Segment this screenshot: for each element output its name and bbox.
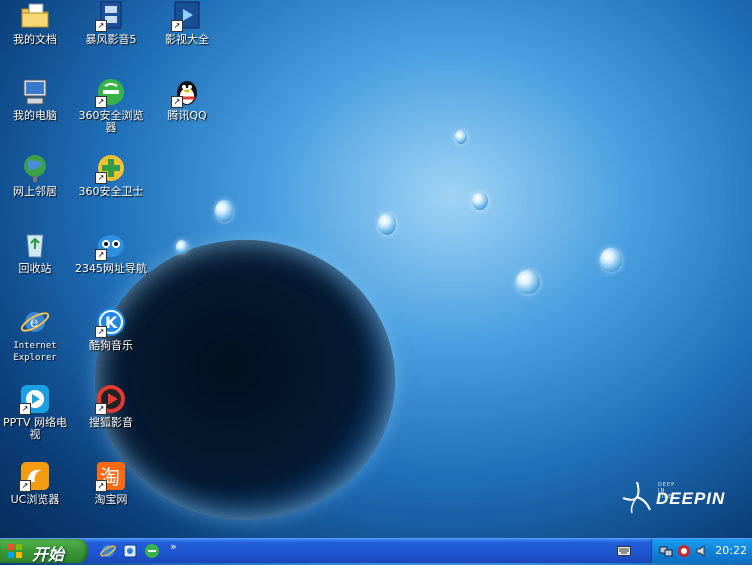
pptv-icon: ↗ [19, 383, 51, 415]
baofeng-player-icon: ↗ [95, 0, 127, 32]
icon-label: 2345网址导航 [75, 262, 147, 275]
start-label: 开始 [32, 545, 65, 564]
360-security-icon: ↗ [95, 152, 127, 184]
icon-label: 暴风影音5 [85, 33, 137, 46]
taskbar: 开始 » 20:22 [0, 538, 752, 564]
quicklaunch-explorer-icon[interactable] [122, 543, 138, 559]
wallpaper-droplet [455, 130, 467, 144]
desktop-icon-360-security[interactable]: ↗ 360安全卫士 [74, 152, 148, 198]
windows-flag-icon [8, 544, 22, 558]
desktop-icon-network-places[interactable]: 网上邻居 [0, 152, 72, 198]
icon-label: UC浏览器 [10, 493, 60, 506]
icon-label: 腾讯QQ [167, 109, 207, 122]
wallpaper-droplet [378, 213, 396, 235]
icon-label: 我的电脑 [13, 109, 57, 122]
quicklaunch-360-icon[interactable] [144, 543, 160, 559]
shortcut-arrow-icon: ↗ [95, 480, 107, 492]
shortcut-arrow-icon: ↗ [95, 326, 107, 338]
desktop-icon-kugou[interactable]: K ↗ 酷狗音乐 [74, 306, 148, 352]
wallpaper-droplet [215, 200, 233, 222]
uc-browser-icon: ↗ [19, 460, 51, 492]
shortcut-arrow-icon: ↗ [95, 403, 107, 415]
icon-label: 搜狐影音 [89, 416, 133, 429]
shortcut-arrow-icon: ↗ [19, 480, 31, 492]
my-computer-icon [19, 76, 51, 108]
2345-navigation-icon: ↗ [95, 229, 127, 261]
wallpaper-droplet [600, 248, 622, 272]
recycle-bin-icon [19, 229, 51, 261]
icon-label: Internet Explorer [13, 341, 57, 363]
wallpaper-droplet [472, 192, 488, 210]
shortcut-arrow-icon: ↗ [95, 20, 107, 32]
shortcut-arrow-icon: ↗ [95, 96, 107, 108]
shortcut-arrow-icon: ↗ [95, 249, 107, 261]
desktop-icon-2345[interactable]: ↗ 2345网址导航 [74, 229, 148, 275]
icon-label: 回收站 [18, 262, 52, 275]
desktop-icon-sohu-video[interactable]: ↗ 搜狐影音 [74, 383, 148, 429]
desktop-icon-video-library[interactable]: ↗ 影视大全 [150, 0, 224, 46]
deepin-swirl-icon [622, 481, 651, 514]
shortcut-arrow-icon: ↗ [171, 96, 183, 108]
quicklaunch-ie-icon[interactable] [100, 543, 116, 559]
desktop-icon-taobao[interactable]: 淘 ↗ 淘宝网 [74, 460, 148, 506]
icon-label: 我的文档 [13, 33, 57, 46]
desktop-icon-360-browser[interactable]: ↗ 360安全浏览器 [74, 76, 148, 134]
desktop-icon-baofeng[interactable]: ↗ 暴风影音5 [74, 0, 148, 46]
icon-label: 淘宝网 [94, 493, 128, 506]
icon-label: 网上邻居 [13, 185, 57, 198]
kugou-music-icon: K ↗ [95, 306, 127, 338]
security-shield-icon[interactable] [677, 544, 691, 558]
desktop-icon-my-computer[interactable]: 我的电脑 [0, 76, 72, 122]
keyboard-icon[interactable] [617, 545, 631, 557]
shortcut-arrow-icon: ↗ [171, 20, 183, 32]
internet-explorer-icon: e [19, 306, 51, 338]
folder-documents-icon [19, 0, 51, 32]
icon-label: 影视大全 [165, 33, 209, 46]
network-status-icon[interactable] [659, 544, 673, 558]
icon-label: PPTV 网络电视 [2, 416, 67, 441]
desktop-icon-my-documents[interactable]: 我的文档 [0, 0, 72, 46]
system-clock[interactable]: 20:22 [715, 544, 747, 557]
taobao-icon: 淘 ↗ [95, 460, 127, 492]
shortcut-arrow-icon: ↗ [19, 403, 31, 415]
shortcut-arrow-icon: ↗ [95, 172, 107, 184]
icon-label: 酷狗音乐 [89, 339, 133, 352]
desktop-icon-internet-explorer[interactable]: e Internet Explorer [0, 306, 72, 364]
360-browser-icon: ↗ [95, 76, 127, 108]
icon-label: 360安全浏览器 [78, 109, 144, 134]
network-places-icon [19, 152, 51, 184]
system-tray: 20:22 [651, 539, 752, 563]
desktop-icon-recycle-bin[interactable]: 回收站 [0, 229, 72, 275]
svg-text:e: e [30, 315, 38, 331]
deepin-wordmark: DEEPIN [656, 489, 726, 508]
wallpaper-droplet [176, 240, 188, 254]
wallpaper-droplet [516, 270, 540, 294]
video-library-icon: ↗ [171, 0, 203, 32]
start-button[interactable]: 开始 [0, 539, 88, 564]
sohu-video-icon: ↗ [95, 383, 127, 415]
quicklaunch-more-chevron[interactable]: » [170, 540, 177, 553]
volume-icon[interactable] [695, 544, 709, 558]
qq-penguin-icon: ↗ [171, 76, 203, 108]
icon-label: 360安全卫士 [78, 185, 144, 198]
desktop-icon-qq[interactable]: ↗ 腾讯QQ [150, 76, 224, 122]
desktop-icon-uc-browser[interactable]: ↗ UC浏览器 [0, 460, 72, 506]
desktop-icon-pptv[interactable]: ↗ PPTV 网络电视 [0, 383, 72, 441]
